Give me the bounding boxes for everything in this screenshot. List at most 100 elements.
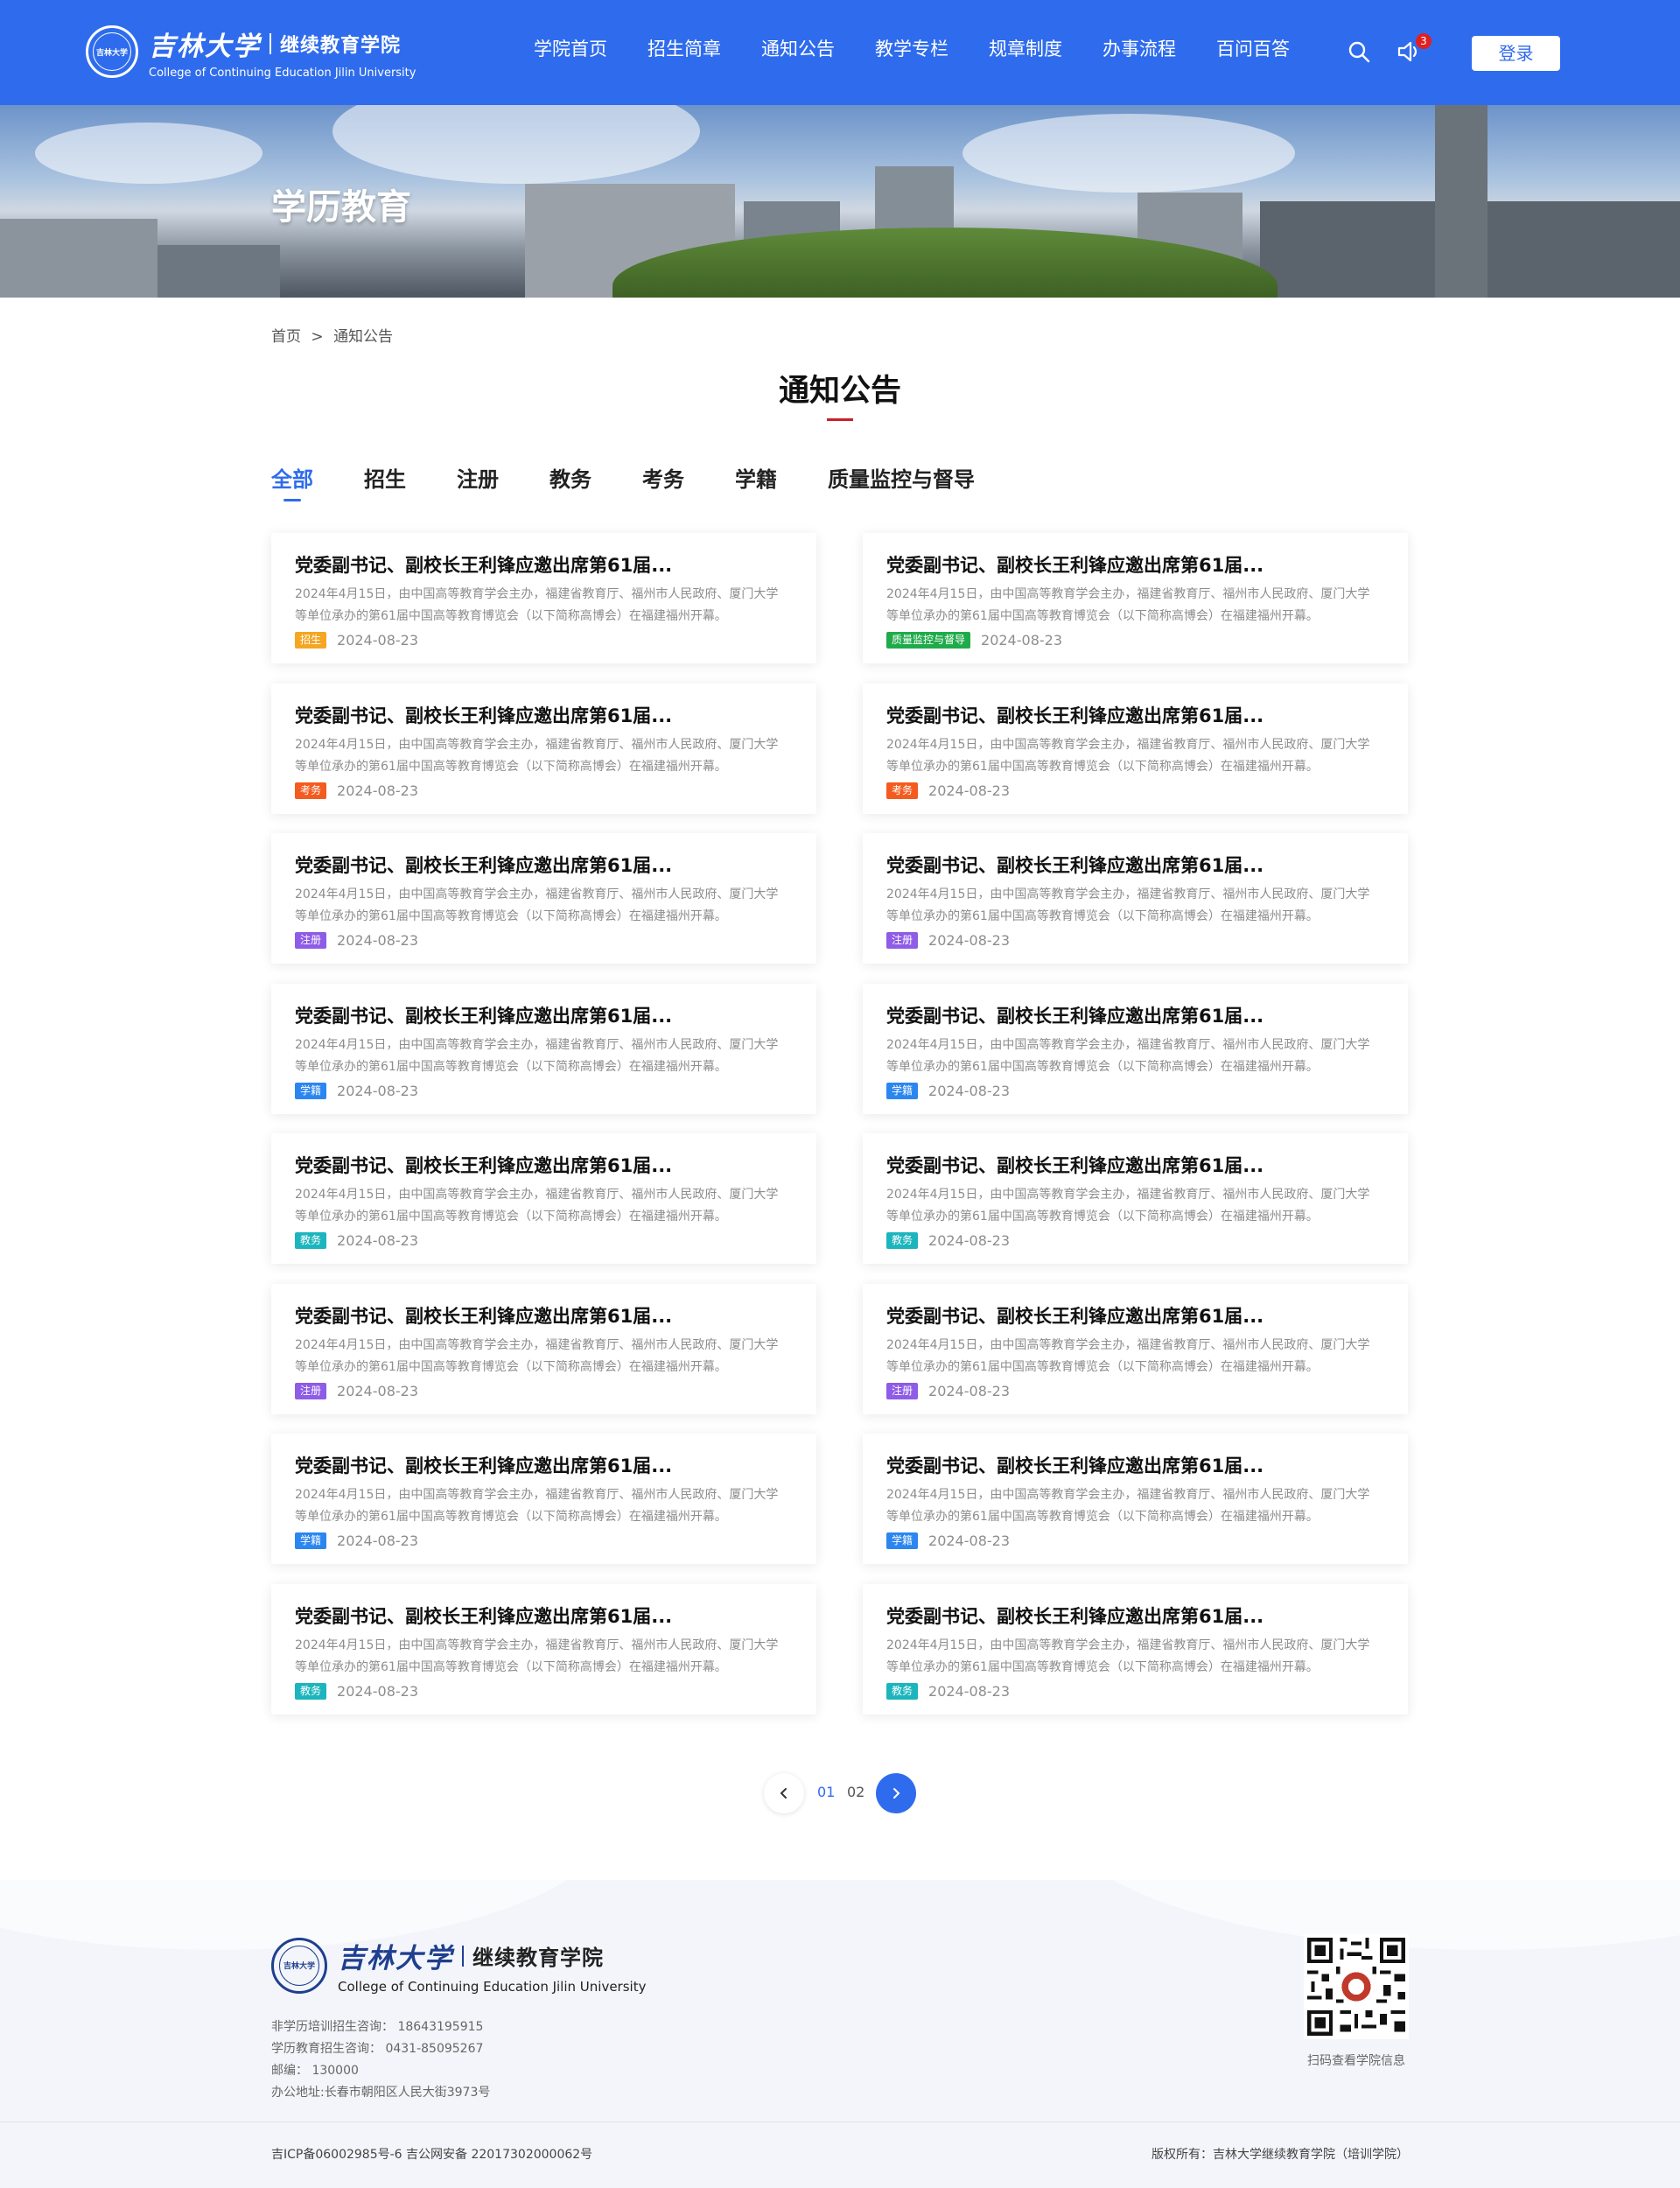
login-button[interactable]: 登录 [1472,36,1560,71]
tab-student-status[interactable]: 学籍 [735,462,777,493]
notice-date: 2024-08-23 [981,632,1062,649]
university-seal: 吉林大学 [86,25,138,78]
nav-item-faq[interactable]: 百问百答 [1216,35,1290,61]
notice-title[interactable]: 党委副书记、副校长王利锋应邀出席第61届... [295,702,672,728]
notice-card[interactable]: 党委副书记、副校长王利锋应邀出席第61届... 2024年4月15日，由中国高等教… [271,833,816,964]
notice-title[interactable]: 党委副书记、副校长王利锋应邀出席第61届... [295,1302,672,1329]
notice-meta: 学籍 2024-08-23 [295,1083,418,1099]
notice-category-tag[interactable]: 注册 [886,1383,919,1399]
notice-card[interactable]: 党委副书记、副校长王利锋应邀出席第61届... 2024年4月15日，由中国高等教… [271,533,816,663]
notice-category-tag[interactable]: 质量监控与督导 [886,632,971,649]
seal-core-text: 吉林大学 [95,48,128,58]
notice-meta: 学籍 2024-08-23 [886,1532,1010,1549]
pagination-next-button[interactable] [876,1773,916,1813]
notice-card[interactable]: 党委副书记、副校长王利锋应邀出席第61届... 2024年4月15日，由中国高等教… [271,1434,816,1564]
notice-category-tag[interactable]: 注册 [295,932,327,949]
search-icon[interactable] [1348,40,1370,63]
notice-category-tag[interactable]: 教务 [295,1232,327,1249]
notice-card[interactable]: 党委副书记、副校长王利锋应邀出席第61届... 2024年4月15日，由中国高等教… [271,684,816,814]
notice-title[interactable]: 党委副书记、副校长王利锋应邀出席第61届... [886,1302,1264,1329]
notice-category-tag[interactable]: 招生 [295,632,327,649]
notice-meta: 质量监控与督导 2024-08-23 [886,632,1062,649]
notice-summary: 2024年4月15日，由中国高等教育学会主办，福建省教育厅、福州市人民政府、厦门… [886,1488,1370,1524]
notice-category-tag[interactable]: 学籍 [886,1083,919,1099]
main-nav: 学院首页 招生简章 通知公告 教学专栏 规章制度 办事流程 百问百答 [534,35,1330,61]
notice-title[interactable]: 党委副书记、副校长王利锋应邀出席第61届... [295,1602,672,1629]
site-logo[interactable]: 吉林大学 吉林大学 继续教育学院 College of Continuing E… [86,23,416,81]
notice-card[interactable]: 党委副书记、副校长王利锋应邀出席第61届... 2024年4月15日，由中国高等教… [863,833,1408,964]
nav-item-procedures[interactable]: 办事流程 [1102,35,1176,61]
notice-title[interactable]: 党委副书记、副校长王利锋应邀出席第61届... [886,1002,1264,1028]
notice-meta: 招生 2024-08-23 [295,632,418,649]
notice-card[interactable]: 党委副书记、副校长王利锋应邀出席第61届... 2024年4月15日，由中国高等教… [863,1584,1408,1715]
notice-summary: 2024年4月15日，由中国高等教育学会主办，福建省教育厅、福州市人民政府、厦门… [886,1638,1370,1674]
notice-category-tag[interactable]: 考务 [295,782,327,799]
footer-divider [0,2121,1680,2122]
notice-summary: 2024年4月15日，由中国高等教育学会主办，福建省教育厅、福州市人民政府、厦门… [886,738,1370,774]
notice-category-tag[interactable]: 考务 [886,782,919,799]
notice-meta: 教务 2024-08-23 [886,1232,1010,1249]
notice-title[interactable]: 党委副书记、副校长王利锋应邀出席第61届... [886,1152,1264,1178]
notice-card[interactable]: 党委副书记、副校长王利锋应邀出席第61届... 2024年4月15日，由中国高等教… [271,1584,816,1715]
breadcrumb-home[interactable]: 首页 [271,328,301,346]
logo-text: 吉林大学 继续教育学院 College of Continuing Educat… [149,25,416,80]
notice-card[interactable]: 党委副书记、副校长王利锋应邀出席第61届... 2024年4月15日，由中国高等教… [863,533,1408,663]
notice-card[interactable]: 党委副书记、副校长王利锋应邀出席第61届... 2024年4月15日，由中国高等教… [863,1133,1408,1264]
notice-card[interactable]: 党委副书记、副校长王利锋应邀出席第61届... 2024年4月15日，由中国高等教… [271,1284,816,1414]
breadcrumb-separator: > [311,328,324,346]
pagination-page-1[interactable]: 01 [817,1784,835,1800]
notice-category-tag[interactable]: 教务 [886,1683,919,1700]
banner-cloud [35,123,262,184]
notice-title[interactable]: 党委副书记、副校长王利锋应邀出席第61届... [295,1452,672,1478]
chevron-left-icon [780,1788,787,1799]
notice-category-tag[interactable]: 注册 [886,932,919,949]
nav-item-admissions[interactable]: 招生简章 [648,35,721,61]
footer-copyright: 版权所有：吉林大学继续教育学院（培训学院） [1152,2148,1409,2162]
notice-card[interactable]: 党委副书记、副校长王利锋应邀出席第61届... 2024年4月15日，由中国高等教… [863,684,1408,814]
notice-category-tag[interactable]: 教务 [295,1683,327,1700]
tab-academic-affairs[interactable]: 教务 [550,462,592,493]
notice-category-tag[interactable]: 学籍 [886,1532,919,1549]
notice-date: 2024-08-23 [337,1383,418,1399]
nav-item-regulations[interactable]: 规章制度 [989,35,1062,61]
notice-category-tag[interactable]: 学籍 [295,1083,327,1099]
notice-meta: 考务 2024-08-23 [886,782,1010,799]
pagination-page-2[interactable]: 02 [847,1784,864,1800]
breadcrumb: 首页 > 通知公告 [271,324,393,346]
tab-all[interactable]: 全部 [271,462,313,501]
notice-date: 2024-08-23 [928,1683,1010,1700]
notice-title[interactable]: 党委副书记、副校长王利锋应邀出席第61届... [295,1002,672,1028]
nav-item-notices[interactable]: 通知公告 [761,35,835,61]
pagination-prev-button[interactable] [764,1773,804,1813]
notice-title[interactable]: 党委副书记、副校长王利锋应邀出席第61届... [886,852,1264,878]
notice-summary: 2024年4月15日，由中国高等教育学会主办，福建省教育厅、福州市人民政府、厦门… [295,1488,779,1524]
notice-summary: 2024年4月15日，由中国高等教育学会主办，福建省教育厅、福州市人民政府、厦门… [886,587,1370,623]
notice-card[interactable]: 党委副书记、副校长王利锋应邀出席第61届... 2024年4月15日，由中国高等教… [863,1434,1408,1564]
notice-title[interactable]: 党委副书记、副校长王利锋应邀出席第61届... [886,1452,1264,1478]
notice-card[interactable]: 党委副书记、副校长王利锋应邀出席第61届... 2024年4月15日，由中国高等教… [271,1133,816,1264]
notice-category-tag[interactable]: 教务 [886,1232,919,1249]
qr-caption: 扫码查看学院信息 [1307,2054,1405,2068]
nav-item-teaching[interactable]: 教学专栏 [875,35,948,61]
logo-separator [270,32,271,54]
notice-title[interactable]: 党委副书记、副校长王利锋应邀出席第61届... [886,702,1264,728]
notice-title[interactable]: 党委副书记、副校长王利锋应邀出席第61届... [295,1152,672,1178]
tab-exam-affairs[interactable]: 考务 [642,462,684,493]
notice-card[interactable]: 党委副书记、副校长王利锋应邀出席第61届... 2024年4月15日，由中国高等教… [863,984,1408,1114]
notice-title[interactable]: 党委副书记、副校长王利锋应邀出席第61届... [295,852,672,878]
notice-card[interactable]: 党委副书记、副校长王利锋应邀出席第61届... 2024年4月15日，由中国高等教… [271,984,816,1114]
tab-admissions[interactable]: 招生 [364,462,406,493]
footer-icp[interactable]: 吉ICP备06002985号-6 吉公网安备 22017302000062号 [271,2145,592,2163]
tab-quality-monitoring[interactable]: 质量监控与督导 [828,462,975,493]
notice-category-tag[interactable]: 学籍 [295,1532,327,1549]
notice-title[interactable]: 党委副书记、副校长王利锋应邀出席第61届... [886,551,1264,578]
tab-registration[interactable]: 注册 [457,462,499,493]
notice-summary: 2024年4月15日，由中国高等教育学会主办，福建省教育厅、福州市人民政府、厦门… [886,1338,1370,1374]
notice-category-tag[interactable]: 注册 [295,1383,327,1399]
nav-item-home[interactable]: 学院首页 [534,35,607,61]
notice-meta: 教务 2024-08-23 [886,1683,1010,1700]
footer-info-line: 非学历培训招生咨询： 18643195915 [271,2020,484,2034]
notice-title[interactable]: 党委副书记、副校长王利锋应邀出席第61届... [295,551,672,578]
notice-card[interactable]: 党委副书记、副校长王利锋应邀出席第61届... 2024年4月15日，由中国高等教… [863,1284,1408,1414]
notice-title[interactable]: 党委副书记、副校长王利锋应邀出席第61届... [886,1602,1264,1629]
